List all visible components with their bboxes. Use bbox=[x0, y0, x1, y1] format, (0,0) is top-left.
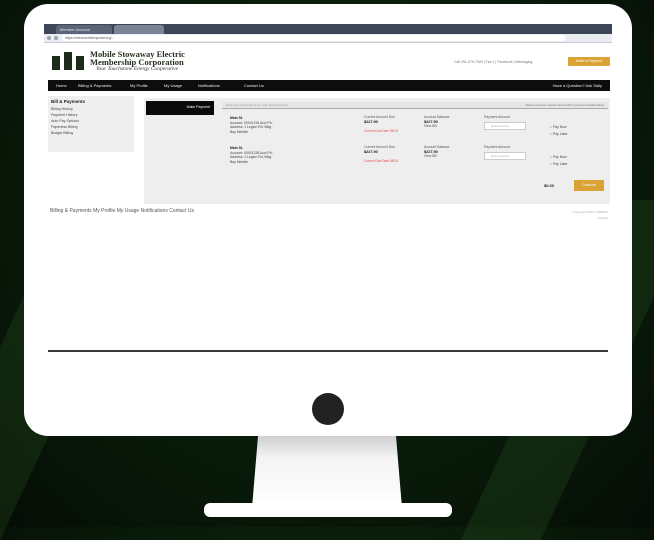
pay-later-label: Pay Later bbox=[553, 132, 568, 136]
account-balance-label: Account Balance bbox=[424, 115, 450, 119]
make-payment-tab[interactable]: Make Payment bbox=[146, 101, 214, 115]
privacy-link[interactable]: Privacy bbox=[573, 215, 608, 221]
account-city: Bay Minette bbox=[230, 159, 248, 164]
company-name: Mobile Stowaway Electric Membership Corp… bbox=[90, 50, 185, 67]
screen-bottom-edge bbox=[48, 350, 608, 352]
pay-later-label: Pay Later bbox=[553, 162, 568, 166]
pay-later-radio[interactable]: ○ Pay Later bbox=[550, 132, 568, 136]
account-address: Address: 1 Legion Rd, Bldg bbox=[230, 125, 272, 130]
nav-item-usage[interactable]: My Usage bbox=[164, 80, 182, 91]
account-info: Main St. Account: 00001235 Acct Ph: Addr… bbox=[230, 146, 273, 164]
browser-tab-strip: Member Account bbox=[44, 24, 612, 34]
payment-amount-input[interactable]: Enter Amount bbox=[484, 152, 526, 160]
account-address: Address: 1 Legion Rd, Bldg bbox=[230, 155, 272, 160]
address-bar[interactable]: https://mewmemberportal.org/... bbox=[62, 35, 565, 41]
payment-total: $0.00 bbox=[544, 183, 555, 188]
account-name: Main St. bbox=[230, 116, 243, 120]
nav-item-billing[interactable]: Billing & Payments bbox=[78, 80, 111, 91]
payment-amount-label: Payment Amount bbox=[484, 115, 510, 119]
pay-now-label: Pay Now bbox=[553, 125, 567, 129]
sidebar-item-budget-billing[interactable]: Budget Billing bbox=[51, 131, 73, 135]
nav-item-home[interactable]: Home bbox=[56, 80, 67, 91]
account-number: Account: 00001234 Acct Ph: bbox=[230, 120, 273, 125]
nav-ask-sally[interactable]: Have a Question? Ask Sally bbox=[553, 80, 602, 91]
account-city: Bay Minette bbox=[230, 129, 248, 134]
amount-due-column: Current Amount Due $227.90 Current Due D… bbox=[364, 115, 398, 133]
browser-tab[interactable] bbox=[114, 25, 164, 34]
camera-icon bbox=[312, 393, 344, 425]
amount-due-value: $227.90 bbox=[364, 149, 378, 154]
amount-due-column: Current Amount Due $227.90 Current Due D… bbox=[364, 145, 398, 163]
nav-item-notifications[interactable]: Notifications bbox=[198, 80, 220, 91]
amount-due-label: Current Amount Due bbox=[364, 145, 395, 149]
amount-due-value: $227.90 bbox=[364, 119, 378, 124]
browser-toolbar: https://mewmemberportal.org/... bbox=[44, 34, 612, 43]
pay-now-radio[interactable]: ○ Pay Now bbox=[550, 155, 567, 159]
sidebar-item-paperless[interactable]: Paperless Billing bbox=[51, 125, 78, 129]
instruction-right: Select payment method and confirm paymen… bbox=[525, 103, 604, 107]
account-balance-column: Account Balance $227.90 View Bill bbox=[424, 145, 449, 159]
account-balance-value: $227.90 bbox=[424, 119, 438, 124]
sidebar-heading: Bill & Payments bbox=[51, 99, 86, 104]
sidebar-item-payment-history[interactable]: Payment History bbox=[51, 113, 77, 117]
browser-tab[interactable]: Member Account bbox=[56, 25, 112, 34]
account-balance-label: Account Balance bbox=[424, 145, 450, 149]
monitor-base bbox=[204, 503, 452, 517]
monitor-stand bbox=[252, 436, 402, 508]
pay-now-radio[interactable]: ○ Pay Now bbox=[550, 125, 567, 129]
due-date-note: Current Due Date 08/15 bbox=[364, 158, 398, 163]
main-navigation: Home Billing & Payments My Profile My Us… bbox=[48, 80, 610, 91]
instruction-bar: Enter payment amount for each account be… bbox=[222, 102, 608, 109]
payment-amount-input[interactable]: Enter Amount bbox=[484, 122, 526, 130]
make-payment-button[interactable]: Make a Payment bbox=[568, 57, 610, 66]
continue-button[interactable]: Continue bbox=[574, 180, 604, 191]
footer-navigation[interactable]: Billing & Payments My Profile My Usage N… bbox=[50, 208, 194, 214]
header-links[interactable]: Call 251-579-7005 | Fax 1 | Facebook | M… bbox=[454, 60, 532, 64]
payment-amount-label: Payment Amount bbox=[484, 145, 510, 149]
forward-icon[interactable] bbox=[54, 36, 58, 40]
account-balance-value: $227.90 bbox=[424, 149, 438, 154]
account-info: Main St. Account: 00001234 Acct Ph: Addr… bbox=[230, 116, 273, 134]
sidebar-item-auto-pay[interactable]: Auto Pay Options bbox=[51, 119, 79, 123]
cooperative-logo-icon[interactable] bbox=[52, 52, 88, 70]
back-icon[interactable] bbox=[47, 36, 51, 40]
view-bill-link[interactable]: View Bill bbox=[424, 124, 437, 128]
account-name: Main St. bbox=[230, 146, 243, 150]
sidebar: Bill & Payments Billing History Payment … bbox=[48, 96, 134, 152]
company-name-line2: Membership Corporation bbox=[90, 57, 184, 67]
monitor-screen: Member Account https://mewmemberportal.o… bbox=[44, 24, 612, 352]
amount-due-label: Current Amount Due bbox=[364, 115, 395, 119]
make-payment-tab-label: Make Payment bbox=[186, 105, 210, 109]
sidebar-item-billing-history[interactable]: Billing History bbox=[51, 107, 73, 111]
pay-later-radio[interactable]: ○ Pay Later bbox=[550, 162, 568, 166]
account-number: Account: 00001235 Acct Ph: bbox=[230, 150, 273, 155]
nav-item-contact[interactable]: Contact Us bbox=[244, 80, 264, 91]
pay-now-label: Pay Now bbox=[553, 155, 567, 159]
account-balance-column: Account Balance $227.90 View Bill bbox=[424, 115, 449, 129]
due-date-note: Current Due Date 08/15 bbox=[364, 128, 398, 133]
view-bill-link[interactable]: View Bill bbox=[424, 154, 437, 158]
copyright: Copyright 2019 © MSEMC Privacy bbox=[573, 209, 608, 221]
instruction-left: Enter payment amount for each account be… bbox=[226, 103, 289, 107]
nav-item-profile[interactable]: My Profile bbox=[130, 80, 148, 91]
tagline: Your Touchstone Energy Cooperative bbox=[96, 66, 179, 72]
